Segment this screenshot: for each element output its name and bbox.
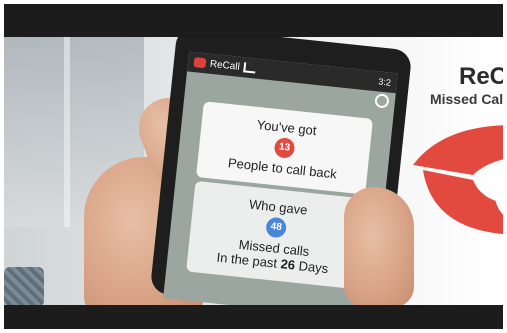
gear-icon[interactable] xyxy=(374,93,390,109)
bottom-border xyxy=(4,305,503,329)
promo-banner: ReCall 3:2 You've got 13 People to call … xyxy=(4,4,503,329)
days-count: 26 xyxy=(279,256,296,273)
days-suffix: Days xyxy=(297,258,329,277)
card-people-to-call: You've got 13 People to call back xyxy=(196,101,374,195)
brand-subtitle: Missed Call xyxy=(429,91,503,107)
watch-band xyxy=(4,267,44,305)
count-badge: 48 xyxy=(265,216,288,239)
app-title: ReCall xyxy=(209,58,241,73)
phone-icon xyxy=(193,57,207,69)
brand-title: ReC xyxy=(458,63,503,90)
signal-icon xyxy=(243,62,257,74)
brand-text: ReC Missed Call xyxy=(430,63,503,107)
phone-handset-icon xyxy=(413,125,503,234)
card-missed-calls: Who gave 48 Missed calls In the past 26 … xyxy=(186,180,365,290)
count-badge: 13 xyxy=(273,136,296,159)
promo-scene: ReCall 3:2 You've got 13 People to call … xyxy=(4,37,503,305)
status-time: 3:2 xyxy=(377,76,392,88)
